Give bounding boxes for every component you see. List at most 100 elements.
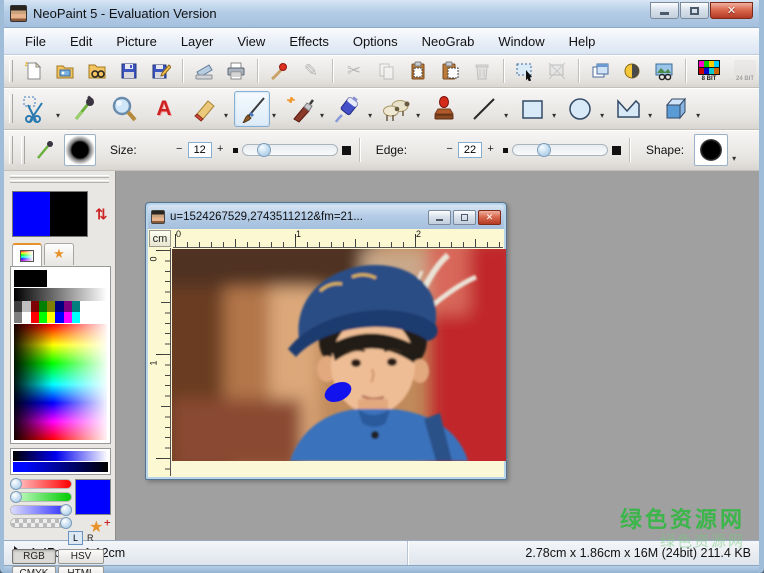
palette-swatch[interactable] <box>72 312 80 323</box>
green-slider-knob[interactable] <box>10 491 22 503</box>
clone-tool-dropdown[interactable]: ▾ <box>416 111 420 120</box>
brightness-button[interactable] <box>619 58 645 84</box>
image-viewer-button[interactable] <box>651 58 677 84</box>
line-tool[interactable] <box>466 91 502 127</box>
palette-swatch[interactable] <box>64 301 72 312</box>
polygon-tool-dropdown[interactable]: ▾ <box>648 111 652 120</box>
new-file-button[interactable] <box>20 58 46 84</box>
blue-slider-knob[interactable] <box>60 504 72 516</box>
line-tool-dropdown[interactable]: ▾ <box>504 111 508 120</box>
duplicate-window-button[interactable] <box>587 58 613 84</box>
background-color-swatch[interactable] <box>50 192 87 236</box>
document-title-bar[interactable]: u=1524267529,2743511212&fm=21... ✕ <box>148 205 504 229</box>
hsv-mode-button[interactable]: HSV <box>58 549 104 564</box>
menu-options[interactable]: Options <box>342 31 409 52</box>
rectangle-tool-dropdown[interactable]: ▾ <box>552 111 556 120</box>
panel-grip[interactable] <box>10 180 109 183</box>
rectangle-tool[interactable] <box>514 91 550 127</box>
paintbrush-tool-dropdown[interactable]: ▾ <box>272 111 276 120</box>
artistic-brush-tool[interactable] <box>282 91 318 127</box>
menu-neograb[interactable]: NeoGrab <box>411 31 486 52</box>
delete-button[interactable] <box>469 58 495 84</box>
ruler-unit-button[interactable]: cm <box>149 230 171 247</box>
paint-on-button[interactable] <box>266 58 292 84</box>
palette-swatch[interactable] <box>39 312 47 323</box>
palette-swatch[interactable] <box>72 301 80 312</box>
toolbar-grip[interactable] <box>21 136 25 164</box>
shape3d-tool[interactable] <box>658 91 694 127</box>
edge-slider[interactable] <box>503 144 621 156</box>
green-slider[interactable] <box>10 492 72 502</box>
hue-saturation-picker[interactable] <box>14 324 107 440</box>
shade-bar-dark[interactable] <box>13 462 108 472</box>
document-window[interactable]: u=1524267529,2743511212&fm=21... ✕ cm 0 … <box>145 202 507 480</box>
edge-slider-knob[interactable] <box>537 143 551 157</box>
browse-button[interactable] <box>84 58 110 84</box>
palette-swatch[interactable] <box>31 312 39 323</box>
ellipse-tool[interactable] <box>562 91 598 127</box>
size-decrease-button[interactable]: − <box>173 143 186 157</box>
tab-favorites[interactable]: ★ <box>44 243 74 265</box>
maximize-button[interactable] <box>680 2 709 19</box>
alpha-slider-knob[interactable] <box>60 517 72 529</box>
shade-bar-light[interactable] <box>13 451 108 461</box>
menu-help[interactable]: Help <box>558 31 607 52</box>
document-minimize-button[interactable] <box>428 210 451 225</box>
paste-as-new-button[interactable] <box>437 58 463 84</box>
menu-view[interactable]: View <box>226 31 276 52</box>
panel-grip[interactable] <box>10 175 109 178</box>
cmyk-mode-button[interactable]: CMYK <box>12 566 56 573</box>
size-slider-knob[interactable] <box>257 143 271 157</box>
convert-8bit-button[interactable]: 8 BIT <box>694 57 724 85</box>
foreground-color-swatch[interactable] <box>13 192 50 236</box>
shape3d-tool-dropdown[interactable]: ▾ <box>696 111 700 120</box>
title-bar[interactable]: NeoPaint 5 - Evaluation Version ✕ <box>4 0 759 28</box>
palette-swatch[interactable] <box>22 301 30 312</box>
artistic-brush-dropdown[interactable]: ▾ <box>320 111 324 120</box>
menu-edit[interactable]: Edit <box>59 31 103 52</box>
tab-colors[interactable] <box>12 243 42 266</box>
red-slider[interactable] <box>10 479 72 489</box>
ellipse-tool-dropdown[interactable]: ▾ <box>600 111 604 120</box>
paintbrush-tool[interactable] <box>234 91 270 127</box>
copy-button[interactable] <box>373 58 399 84</box>
palette-swatch[interactable] <box>55 312 63 323</box>
palette-swatch[interactable] <box>47 312 55 323</box>
text-tool[interactable]: A <box>146 91 182 127</box>
canvas-image[interactable] <box>172 249 506 461</box>
palette-swatch[interactable] <box>47 301 55 312</box>
palette-swatch[interactable] <box>47 270 80 287</box>
save-button[interactable] <box>116 58 142 84</box>
brush-shape-selector[interactable] <box>694 134 728 166</box>
swap-colors-icon[interactable]: ⇄ <box>92 208 110 221</box>
polygon-tool[interactable] <box>610 91 646 127</box>
left-mouse-color-button[interactable]: L <box>68 531 83 545</box>
edge-value[interactable]: 22 <box>458 142 482 158</box>
edge-slider-track[interactable] <box>512 144 608 156</box>
palette-swatch[interactable] <box>64 312 72 323</box>
red-slider-knob[interactable] <box>10 478 22 490</box>
pick-brush-button[interactable] <box>32 137 58 163</box>
blue-slider[interactable] <box>10 505 72 515</box>
size-value[interactable]: 12 <box>188 142 212 158</box>
palette-swatch[interactable] <box>55 301 63 312</box>
toolbar-grip[interactable] <box>9 94 13 123</box>
select-tool-dropdown[interactable]: ▾ <box>56 111 60 120</box>
select-tool[interactable] <box>18 91 54 127</box>
airbrush-dropdown[interactable]: ▾ <box>368 111 372 120</box>
size-slider-track[interactable] <box>242 144 338 156</box>
select-all-button[interactable] <box>512 58 538 84</box>
add-favorite-color-button[interactable]: ★+ <box>89 517 111 536</box>
shape-dropdown[interactable]: ▾ <box>732 154 736 163</box>
pencil-edit-button[interactable]: ✎ <box>298 58 324 84</box>
grayscale-gradient[interactable] <box>14 288 107 301</box>
edge-increase-button[interactable]: + <box>484 143 497 157</box>
eraser-tool-dropdown[interactable]: ▾ <box>224 111 228 120</box>
eyedropper-tool[interactable] <box>66 91 102 127</box>
eraser-tool[interactable] <box>186 91 222 127</box>
document-restore-button[interactable] <box>453 210 476 225</box>
palette-swatch[interactable] <box>39 301 47 312</box>
crop-button[interactable] <box>544 58 570 84</box>
menu-layer[interactable]: Layer <box>170 31 225 52</box>
scan-button[interactable] <box>191 58 217 84</box>
